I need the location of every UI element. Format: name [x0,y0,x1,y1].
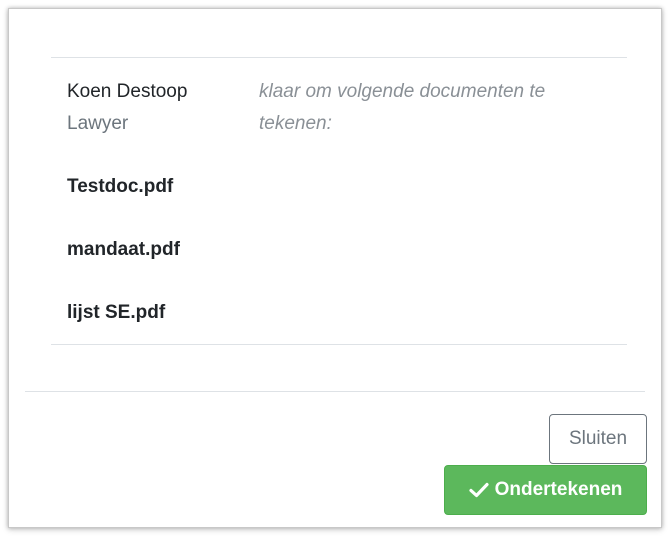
check-icon [469,482,489,498]
sign-button-label: Ondertekenen [494,479,623,500]
document-item: mandaat.pdf [67,239,180,260]
document-item: lijst SE.pdf [67,302,166,323]
close-button[interactable]: Sluiten [549,414,647,464]
document-item: Testdoc.pdf [67,176,174,197]
dialog-body: Koen Destoop Lawyer klaar om volgende do… [51,57,627,345]
footer-divider [25,391,645,392]
signer-role: Lawyer [67,113,129,134]
sign-button[interactable]: Ondertekenen [444,465,647,515]
sign-dialog: Koen Destoop Lawyer klaar om volgende do… [8,8,662,528]
signer-info: Koen Destoop Lawyer [67,76,187,140]
signer-name: Koen Destoop [67,81,188,102]
sign-message: klaar om volgende documenten te tekenen: [259,81,546,134]
